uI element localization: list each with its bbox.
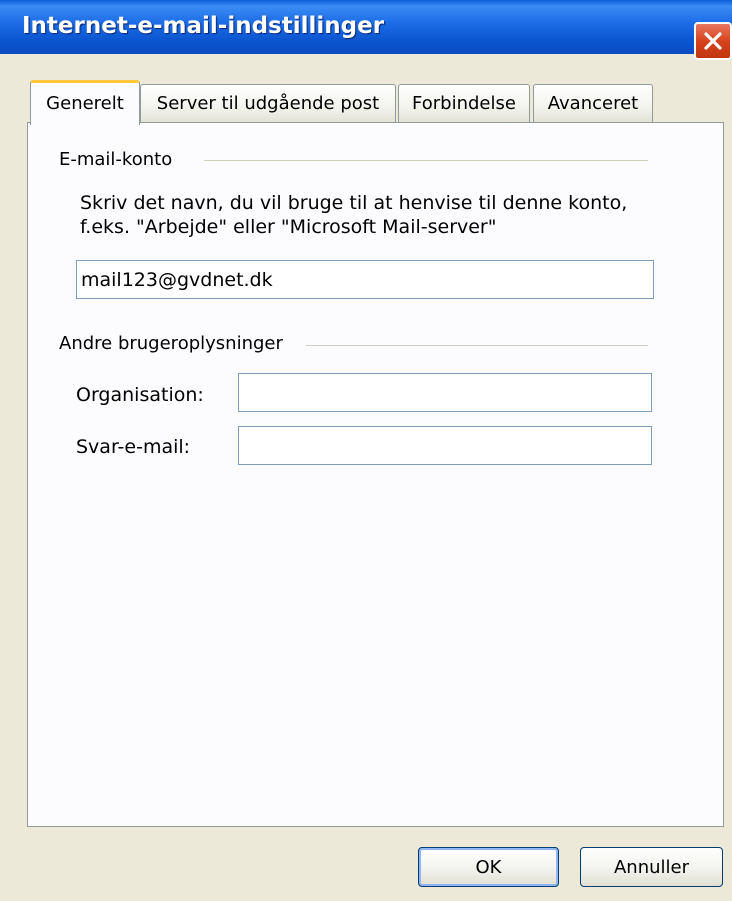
email-account-description-line1: Skriv det navn, du vil bruge til at henv… xyxy=(80,192,628,214)
tab-generelt[interactable]: Generelt xyxy=(30,80,140,125)
email-account-group-title: E-mail-konto xyxy=(59,149,173,170)
reply-email-label: Svar-e-mail: xyxy=(76,436,191,458)
tab-advanced[interactable]: Avanceret xyxy=(533,84,653,122)
tab-label: Generelt xyxy=(46,93,124,114)
tab-panel-general: E-mail-konto Skriv det navn, du vil brug… xyxy=(27,122,724,827)
close-button[interactable] xyxy=(694,22,732,60)
organisation-label: Organisation: xyxy=(76,384,204,406)
cancel-button[interactable]: Annuller xyxy=(580,847,723,887)
ok-button[interactable]: OK xyxy=(418,847,559,887)
dialog-window: Internet-e-mail-indstillinger Generelt S… xyxy=(0,0,732,901)
tab-label: Forbindelse xyxy=(412,92,516,114)
email-account-description-line2: f.eks. "Arbejde" eller "Microsoft Mail-s… xyxy=(80,216,497,238)
tab-label: Avanceret xyxy=(547,92,639,114)
tab-outgoing-server[interactable]: Server til udgående post xyxy=(140,84,396,122)
account-name-input[interactable]: mail123@gvdnet.dk xyxy=(76,260,654,299)
window-title: Internet-e-mail-indstillinger xyxy=(22,13,385,39)
reply-email-input[interactable] xyxy=(238,426,652,465)
close-icon xyxy=(704,32,722,50)
group-divider xyxy=(306,345,648,346)
user-info-group-title: Andre brugeroplysninger xyxy=(59,333,283,354)
tab-label: Server til udgående post xyxy=(156,92,380,114)
tab-connection[interactable]: Forbindelse xyxy=(398,84,530,122)
organisation-input[interactable] xyxy=(238,373,652,412)
group-divider xyxy=(204,160,648,161)
title-bar[interactable]: Internet-e-mail-indstillinger xyxy=(0,0,732,60)
